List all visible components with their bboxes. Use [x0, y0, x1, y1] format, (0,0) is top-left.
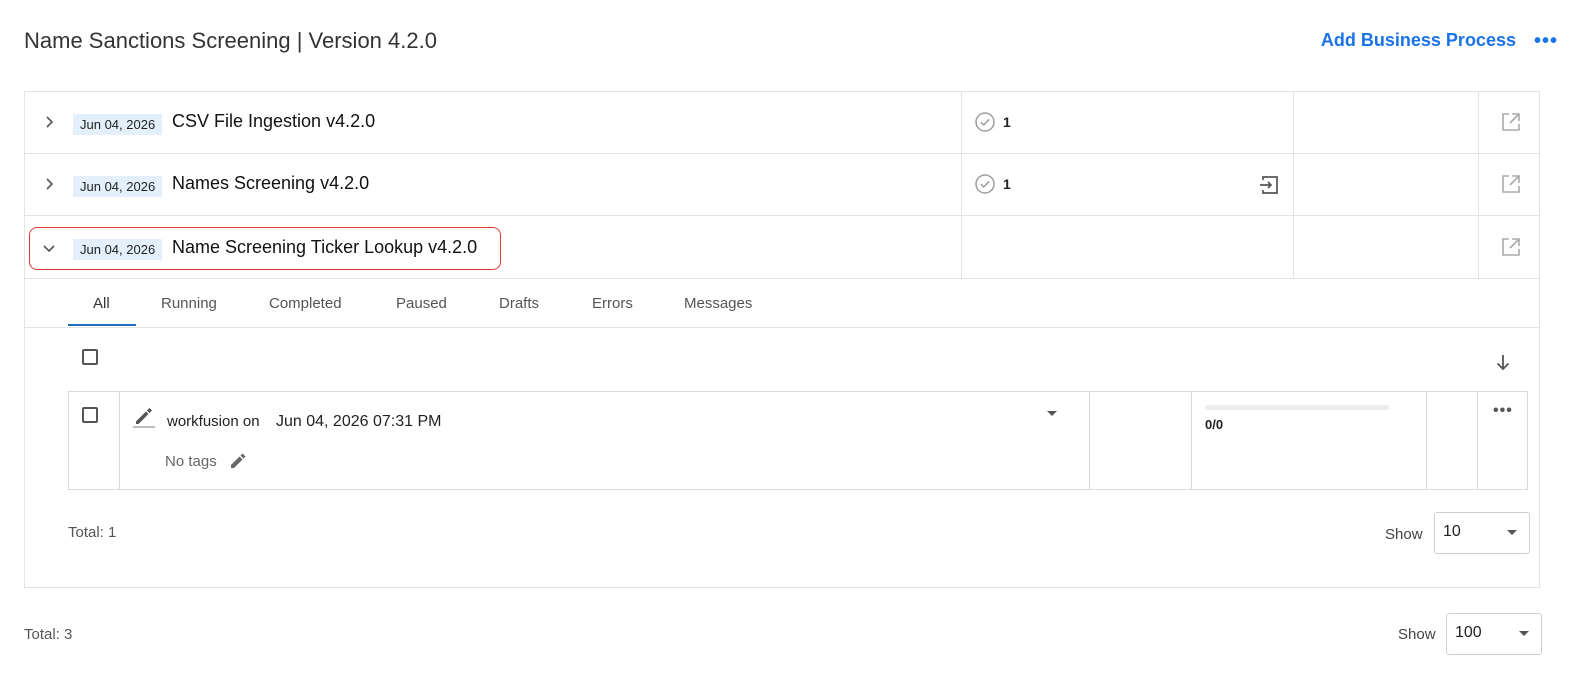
add-business-process-link[interactable]: Add Business Process [1321, 30, 1516, 51]
tab-drafts[interactable]: Drafts [499, 295, 539, 312]
open-in-new-icon[interactable] [1501, 237, 1521, 257]
run-status-tabs: All Running Completed Paused Drafts Erro… [25, 279, 1539, 328]
page-title: Name Sanctions Screening | Version 4.2.0 [24, 28, 437, 53]
run-progress-text: 0/0 [1205, 417, 1224, 432]
process-name[interactable]: Names Screening v4.2.0 [172, 173, 369, 194]
caret-down-icon [1519, 631, 1529, 636]
check-circle-icon [975, 112, 995, 132]
outer-total: Total: 3 [24, 626, 73, 643]
process-name[interactable]: CSV File Ingestion v4.2.0 [172, 111, 375, 132]
process-name[interactable]: Name Screening Ticker Lookup v4.2.0 [172, 237, 477, 258]
check-circle-icon [975, 174, 995, 194]
run-date: Jun 04, 2026 07:31 PM [276, 413, 442, 430]
active-tab-indicator [68, 324, 136, 326]
tab-messages[interactable]: Messages [684, 295, 752, 312]
inner-show-label: Show [1385, 526, 1423, 543]
select-all-checkbox[interactable] [82, 349, 98, 365]
completed-status: 1 [975, 112, 1011, 132]
completed-status: 1 [975, 174, 1011, 194]
outer-page-size-select[interactable]: 100 [1446, 613, 1542, 655]
caret-down-icon[interactable] [1046, 410, 1058, 418]
completed-count: 1 [1003, 114, 1011, 130]
tab-paused[interactable]: Paused [396, 295, 447, 312]
more-horizontal-icon[interactable]: ••• [1534, 31, 1558, 51]
input-output-icon[interactable] [1258, 174, 1280, 196]
outer-show-label: Show [1398, 626, 1436, 643]
tab-running[interactable]: Running [161, 295, 217, 312]
run-tags: No tags [165, 453, 217, 470]
completed-count: 1 [1003, 176, 1011, 192]
caret-down-icon [1507, 530, 1517, 535]
tab-completed[interactable]: Completed [269, 295, 342, 312]
run-author: workfusion on [167, 413, 260, 430]
tab-errors[interactable]: Errors [592, 295, 633, 312]
open-in-new-icon[interactable] [1501, 174, 1521, 194]
run-row-checkbox[interactable] [82, 407, 98, 423]
chevron-right-icon[interactable] [41, 176, 57, 192]
process-row-expanded[interactable]: Jun 04, 2026 Name Screening Ticker Looku… [25, 216, 1539, 279]
arrow-down-icon[interactable] [1493, 352, 1513, 372]
header-actions: Add Business Process ••• [1321, 30, 1558, 51]
open-in-new-icon[interactable] [1501, 112, 1521, 132]
inner-total: Total: 1 [68, 524, 117, 541]
process-row[interactable]: Jun 04, 2026 Names Screening v4.2.0 1 [25, 154, 1539, 216]
tab-all[interactable]: All [93, 295, 110, 312]
process-row[interactable]: Jun 04, 2026 CSV File Ingestion v4.2.0 1 [25, 92, 1539, 154]
run-table: workfusion on Jun 04, 2026 07:31 PM No t… [68, 391, 1528, 490]
run-progress-bar [1205, 405, 1389, 410]
more-horizontal-icon[interactable]: ••• [1493, 402, 1513, 420]
edit-pencil-icon[interactable] [132, 405, 156, 429]
business-process-list: Jun 04, 2026 CSV File Ingestion v4.2.0 1… [24, 91, 1540, 588]
edit-tags-pencil-icon[interactable] [229, 452, 247, 470]
inner-page-size-select[interactable]: 10 [1434, 512, 1530, 554]
process-date-badge: Jun 04, 2026 [73, 176, 163, 197]
process-date-badge: Jun 04, 2026 [73, 239, 163, 260]
chevron-down-icon[interactable] [41, 240, 57, 256]
process-date-badge: Jun 04, 2026 [73, 114, 163, 135]
chevron-right-icon[interactable] [41, 114, 57, 130]
